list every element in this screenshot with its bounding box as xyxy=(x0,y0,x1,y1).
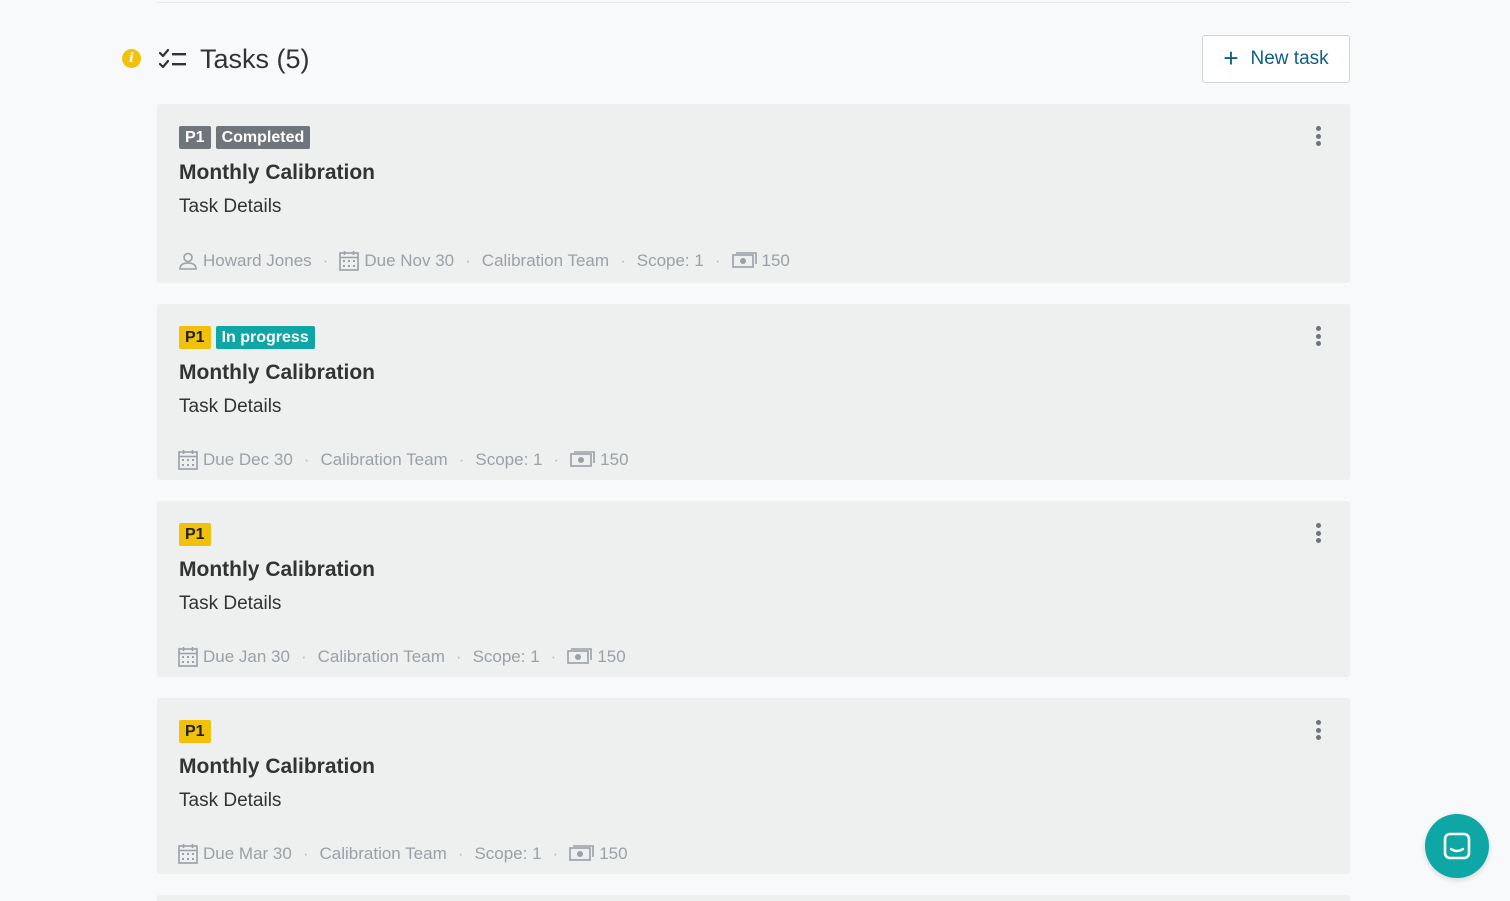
task-card[interactable]: P1 Completed Monthly Calibration Task De… xyxy=(157,104,1350,283)
more-vertical-icon[interactable] xyxy=(1314,124,1322,148)
task-subtitle: Task Details xyxy=(179,196,282,217)
amount: 150 xyxy=(570,449,629,470)
due-text: Due Mar 30 xyxy=(203,843,292,863)
assignee: Howard Jones xyxy=(178,251,312,271)
scope: Scope: 1 xyxy=(474,843,542,863)
amount-value: 150 xyxy=(600,449,629,469)
money-icon xyxy=(567,648,593,664)
assignee-name: Howard Jones xyxy=(203,250,312,270)
more-vertical-icon[interactable] xyxy=(1314,718,1322,742)
due-text: Due Nov 30 xyxy=(364,250,455,270)
checklist-icon xyxy=(159,48,186,69)
money-icon xyxy=(569,845,595,861)
due-text: Due Dec 30 xyxy=(203,449,293,469)
task-title[interactable]: Monthly Calibration xyxy=(179,161,375,185)
task-meta: Due Jan 30 · Calibration Team · Scope: 1… xyxy=(178,646,626,667)
chat-icon xyxy=(1443,832,1471,860)
amount: 150 xyxy=(731,250,790,271)
tasks-header: i Tasks (5) + New task xyxy=(120,34,1350,84)
team-name: Calibration Team xyxy=(320,449,448,469)
task-badges: P1 xyxy=(179,523,211,546)
page-title: Tasks (5) xyxy=(200,44,310,74)
calendar-icon xyxy=(178,844,198,864)
chat-launcher-button[interactable] xyxy=(1425,814,1489,878)
team-name: Calibration Team xyxy=(319,843,447,863)
task-subtitle: Task Details xyxy=(179,593,282,614)
priority-badge: P1 xyxy=(179,720,211,743)
scope: Scope: 1 xyxy=(472,646,540,666)
due-date: Due Jan 30 xyxy=(178,646,290,667)
task-title[interactable]: Monthly Calibration xyxy=(179,361,375,385)
new-task-label: New task xyxy=(1250,48,1329,69)
more-vertical-icon[interactable] xyxy=(1314,324,1322,348)
task-meta: Due Dec 30 · Calibration Team · Scope: 1… xyxy=(178,449,629,470)
task-badges: P1 Completed xyxy=(179,126,311,149)
task-subtitle: Task Details xyxy=(179,396,282,417)
scope: Scope: 1 xyxy=(475,449,543,469)
money-icon xyxy=(731,252,757,268)
due-date: Due Mar 30 xyxy=(178,843,292,864)
calendar-icon xyxy=(178,647,198,667)
task-meta: Due Mar 30 · Calibration Team · Scope: 1… xyxy=(178,843,628,864)
task-badges: P1 xyxy=(179,720,211,743)
amount: 150 xyxy=(569,843,628,864)
calendar-icon xyxy=(178,450,198,470)
task-title[interactable]: Monthly Calibration xyxy=(179,755,375,779)
task-subtitle: Task Details xyxy=(179,790,282,811)
task-meta: Howard Jones · Due Nov 30 · Calibration … xyxy=(178,250,790,271)
priority-badge: P1 xyxy=(179,326,211,349)
money-icon xyxy=(570,451,595,467)
status-badge: In progress xyxy=(215,326,315,349)
task-badges: P1 In progress xyxy=(179,326,315,349)
due-date: Due Dec 30 xyxy=(178,449,293,470)
due-date: Due Nov 30 xyxy=(339,250,454,271)
team-name: Calibration Team xyxy=(317,646,445,666)
user-icon xyxy=(179,252,197,270)
amount-value: 150 xyxy=(597,646,626,666)
task-card[interactable]: P1 Monthly Calibration Task Details Due … xyxy=(157,501,1350,677)
status-badge: Completed xyxy=(215,126,311,149)
task-card[interactable]: P1 In progress Monthly Calibration Task … xyxy=(157,304,1350,480)
amount: 150 xyxy=(567,646,626,667)
priority-badge: P1 xyxy=(179,126,211,149)
task-card[interactable]: P1 Monthly Calibration Task Details Due … xyxy=(157,698,1350,874)
info-icon[interactable]: i xyxy=(122,49,141,68)
calendar-icon xyxy=(339,251,360,271)
task-title[interactable]: Monthly Calibration xyxy=(179,558,375,582)
top-divider xyxy=(157,2,1350,3)
due-text: Due Jan 30 xyxy=(203,646,290,666)
amount-value: 150 xyxy=(599,843,628,863)
priority-badge: P1 xyxy=(179,523,211,546)
plus-icon: + xyxy=(1223,42,1239,73)
scope: Scope: 1 xyxy=(636,250,704,270)
team-name: Calibration Team xyxy=(481,250,610,270)
new-task-button[interactable]: + New task xyxy=(1202,35,1350,83)
more-vertical-icon[interactable] xyxy=(1314,521,1322,545)
amount-value: 150 xyxy=(761,250,790,270)
task-card-partial[interactable] xyxy=(157,895,1350,901)
